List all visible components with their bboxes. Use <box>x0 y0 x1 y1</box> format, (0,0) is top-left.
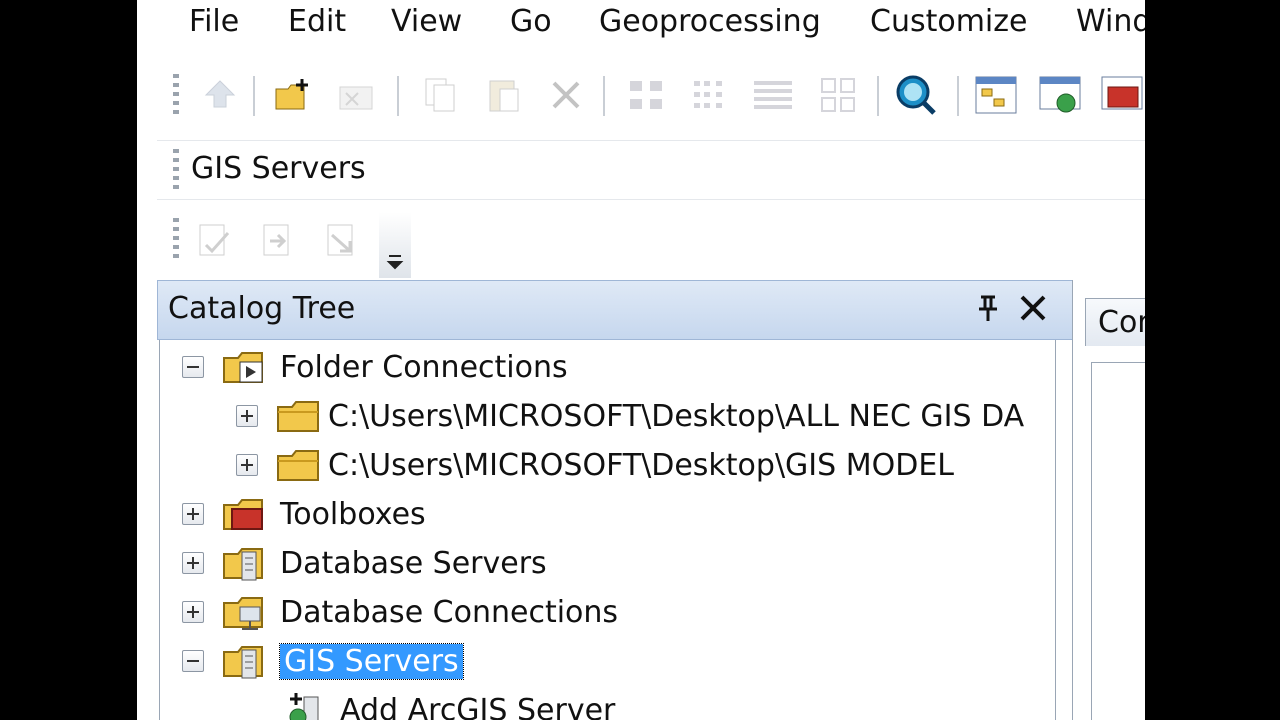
tree-label: Database Connections <box>280 594 619 630</box>
tree-item-gis-servers[interactable]: GIS Servers <box>182 638 464 684</box>
search-window-button[interactable] <box>891 70 941 120</box>
paste-button[interactable] <box>479 70 529 120</box>
folder-connection-icon <box>222 347 268 387</box>
large-icons-button[interactable] <box>621 70 671 120</box>
tree-label: Folder Connections <box>280 349 568 385</box>
menu-edit[interactable]: Edit <box>288 4 346 39</box>
window-globe-icon <box>1039 76 1081 113</box>
toolbox-red-icon <box>1101 76 1143 110</box>
arccatalog-window: File Edit View Go Geoprocessing Customiz… <box>137 0 1145 720</box>
import-metadata-button[interactable] <box>253 216 303 266</box>
menu-customize[interactable]: Customize <box>870 4 1027 39</box>
toolbar-grip[interactable] <box>173 74 179 114</box>
arctoolbox-button[interactable] <box>1097 70 1145 120</box>
metadata-toolbar <box>157 206 1145 278</box>
expand-icon[interactable] <box>182 601 204 623</box>
folder-icon <box>276 445 322 485</box>
standard-toolbar <box>157 58 1145 138</box>
separator <box>397 76 399 116</box>
folder-add-icon <box>275 79 308 110</box>
folder-icon <box>276 396 322 436</box>
location-bar[interactable]: GIS Servers <box>157 140 1145 200</box>
tree-item-database-servers[interactable]: Database Servers <box>182 540 547 586</box>
tree-item-folder-connections[interactable]: Folder Connections <box>182 344 568 390</box>
catalog-tree-button[interactable] <box>971 70 1021 120</box>
folder-remove-icon <box>339 86 373 110</box>
thumbnails-icon <box>821 78 855 112</box>
large-icons-icon <box>630 81 662 109</box>
toolbar-grip[interactable] <box>173 218 179 258</box>
search-icon <box>896 75 936 115</box>
edit-metadata-button[interactable] <box>189 216 239 266</box>
contents-panel: Con <box>1072 280 1145 720</box>
expand-icon[interactable] <box>236 405 258 427</box>
details-view-button[interactable] <box>749 70 799 120</box>
tree-item-database-connections[interactable]: Database Connections <box>182 589 618 635</box>
tree-label: Toolboxes <box>280 496 426 532</box>
delete-button[interactable] <box>541 70 591 120</box>
menu-file[interactable]: File <box>189 4 239 39</box>
database-connection-icon <box>222 592 268 632</box>
catalog-tree-header: Catalog Tree <box>157 280 1074 340</box>
collapse-icon[interactable] <box>182 356 204 378</box>
import-document-icon <box>263 224 289 256</box>
separator <box>957 76 959 116</box>
list-view-button[interactable] <box>685 70 735 120</box>
connect-folder-button[interactable] <box>269 70 319 120</box>
contents-view <box>1091 362 1145 720</box>
export-metadata-button[interactable] <box>317 216 367 266</box>
search-results-button[interactable] <box>1035 70 1085 120</box>
chevron-down-icon <box>386 255 404 270</box>
location-input[interactable]: GIS Servers <box>191 151 366 186</box>
database-server-icon <box>222 543 268 583</box>
tree-label: Add ArcGIS Server <box>340 692 616 720</box>
export-document-icon <box>327 224 353 256</box>
tree-item-folder[interactable]: C:\Users\MICROSOFT\Desktop\GIS MODEL <box>236 442 954 488</box>
gis-server-icon <box>222 641 268 681</box>
tree-label-selected: GIS Servers <box>279 642 464 680</box>
menu-bar: File Edit View Go Geoprocessing Customiz… <box>157 0 1145 50</box>
menu-view[interactable]: View <box>391 4 462 39</box>
collapse-icon[interactable] <box>182 650 204 672</box>
separator <box>253 76 255 116</box>
edit-document-icon <box>199 224 230 256</box>
list-icon <box>694 81 722 108</box>
delete-icon <box>552 81 580 109</box>
paste-icon <box>489 80 519 112</box>
up-one-level-button[interactable] <box>195 70 245 120</box>
menu-windows[interactable]: Windows <box>1076 4 1145 39</box>
tree-item-add-arcgis-server[interactable]: Add ArcGIS Server <box>286 687 615 720</box>
separator <box>877 76 879 116</box>
catalog-tree-icon <box>975 76 1017 114</box>
add-server-icon <box>286 690 332 720</box>
toolbar-overflow-button[interactable] <box>379 212 411 278</box>
menu-go[interactable]: Go <box>510 4 552 39</box>
panel-title: Catalog Tree <box>168 291 356 326</box>
tree-label: Database Servers <box>280 545 547 581</box>
toolbar-grip[interactable] <box>173 149 179 189</box>
tree-item-toolboxes[interactable]: Toolboxes <box>182 491 426 537</box>
disconnect-folder-button[interactable] <box>333 70 383 120</box>
copy-button[interactable] <box>415 70 465 120</box>
close-icon[interactable] <box>1016 291 1050 325</box>
tree-label: C:\Users\MICROSOFT\Desktop\GIS MODEL <box>328 447 955 483</box>
tree-label: C:\Users\MICROSOFT\Desktop\ALL NEC GIS D… <box>328 398 1025 434</box>
pin-icon[interactable] <box>973 291 1003 325</box>
expand-icon[interactable] <box>182 503 204 525</box>
expand-icon[interactable] <box>182 552 204 574</box>
separator <box>603 76 605 116</box>
tree-item-folder[interactable]: C:\Users\MICROSOFT\Desktop\ALL NEC GIS D… <box>236 393 1024 439</box>
menu-geoprocessing[interactable]: Geoprocessing <box>599 4 821 39</box>
tab-contents[interactable]: Con <box>1085 298 1145 346</box>
catalog-tree: Folder Connections C:\Users\MICROSOFT\De… <box>159 340 1056 720</box>
details-icon <box>754 81 792 109</box>
toolbox-icon <box>222 494 268 534</box>
up-arrow-icon <box>204 80 236 108</box>
expand-icon[interactable] <box>236 454 258 476</box>
thumbnails-button[interactable] <box>813 70 863 120</box>
copy-icon <box>425 78 455 112</box>
